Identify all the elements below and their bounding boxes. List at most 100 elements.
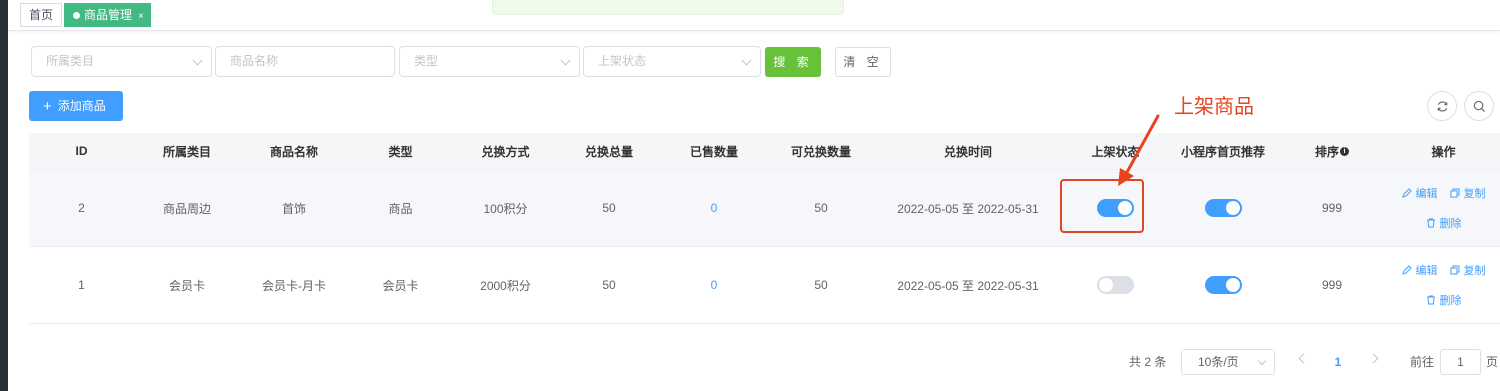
- tab-goods-management[interactable]: 商品管理 ×: [64, 3, 151, 27]
- add-goods-label: 添加商品: [57, 99, 106, 113]
- close-icon[interactable]: ×: [138, 11, 144, 22]
- page-number-current[interactable]: 1: [1330, 349, 1346, 375]
- cell-sort: 999: [1321, 278, 1343, 292]
- plus-icon: +: [43, 98, 52, 115]
- type-placeholder: 类型: [414, 54, 439, 68]
- header-total: 兑换总量: [584, 144, 633, 159]
- on-shelf-switch[interactable]: [1097, 276, 1134, 294]
- annotation-label: 上架商品: [1174, 96, 1254, 118]
- refresh-icon: [1437, 101, 1448, 112]
- cell-time: 2022-05-05 至 2022-05-31: [897, 201, 1039, 216]
- copy-label: 复制: [1463, 265, 1486, 277]
- cell-time: 2022-05-05 至 2022-05-31: [897, 278, 1039, 293]
- page-size-select[interactable]: 10条/页: [1181, 349, 1275, 375]
- edit-label: 编辑: [1415, 188, 1438, 200]
- page-size-value: 10条/页: [1198, 355, 1239, 369]
- cell-ops: 编辑 复制 删除: [1387, 247, 1500, 323]
- copy-icon: [1450, 265, 1459, 275]
- delete-label: 删除: [1439, 218, 1462, 230]
- edit-button[interactable]: 编辑: [1401, 262, 1438, 278]
- header-sort-label: 排序: [1314, 144, 1339, 159]
- cell-type: 商品: [388, 201, 413, 216]
- edit-icon: [1401, 265, 1412, 275]
- next-page-icon[interactable]: [1368, 353, 1379, 364]
- status-select[interactable]: 上架状态: [583, 46, 761, 77]
- type-select[interactable]: 类型: [399, 46, 580, 77]
- cell-exchange: 2000积分: [480, 278, 531, 293]
- cell-recommend: [1169, 170, 1277, 246]
- copy-button[interactable]: 复制: [1450, 262, 1486, 278]
- cell-category: 商品周边: [162, 201, 211, 216]
- goto-page-input[interactable]: 1: [1440, 349, 1481, 375]
- tab-home[interactable]: 首页: [20, 3, 63, 27]
- sold-count-link[interactable]: 0: [660, 247, 768, 323]
- cell-available: 50: [814, 278, 828, 292]
- pagination-total: 共 2 条: [1129, 355, 1167, 369]
- prev-page-icon[interactable]: [1298, 353, 1309, 364]
- cell-name: 首饰: [281, 201, 306, 216]
- category-select[interactable]: 所属类目: [31, 46, 212, 77]
- copy-label: 复制: [1463, 188, 1486, 200]
- recommend-switch[interactable]: [1204, 199, 1242, 217]
- switch-knob: [1225, 201, 1240, 215]
- copy-button[interactable]: 复制: [1450, 185, 1486, 201]
- chevron-down-icon: [741, 55, 752, 66]
- header-exchange: 兑换方式: [481, 144, 530, 159]
- info-icon[interactable]: i: [1340, 146, 1349, 156]
- switch-knob: [1225, 278, 1240, 292]
- message-toast: [492, 0, 844, 15]
- search-icon: [1473, 100, 1486, 113]
- cell-category: 会员卡: [168, 278, 205, 293]
- edit-icon: [1401, 188, 1412, 198]
- edit-button[interactable]: 编辑: [1401, 185, 1438, 201]
- cell-type: 会员卡: [382, 278, 419, 293]
- cell-ops: 编辑 复制 删除: [1387, 170, 1500, 246]
- header-type: 类型: [388, 144, 413, 159]
- chevron-down-icon: [192, 55, 203, 66]
- header-id: ID: [75, 144, 88, 158]
- name-placeholder: 商品名称: [230, 54, 279, 68]
- search-button[interactable]: 搜 索: [765, 47, 821, 77]
- delete-label: 删除: [1439, 295, 1462, 307]
- chevron-down-icon: [560, 55, 571, 66]
- sold-count-link[interactable]: 0: [660, 170, 768, 246]
- goods-table: ID 所属类目 商品名称 类型 兑换方式 兑换总量 已售数量 可兑换数量 兑换时…: [29, 133, 1500, 324]
- cell-total: 50: [602, 278, 616, 292]
- sidebar-edge: [0, 0, 8, 391]
- header-ops: 操作: [1431, 144, 1456, 159]
- refresh-button[interactable]: [1427, 91, 1457, 121]
- cell-sort: 999: [1321, 201, 1343, 215]
- cell-available: 50: [814, 201, 828, 215]
- table-row: 2 商品周边 首饰 商品 100积分 50 0 50 2022-05-05 至 …: [29, 170, 1500, 247]
- category-placeholder: 所属类目: [46, 54, 95, 68]
- header-category: 所属类目: [162, 144, 211, 159]
- delete-button[interactable]: 删除: [1426, 292, 1462, 308]
- cell-name: 会员卡-月卡: [262, 278, 326, 293]
- annotation-arrow-icon: [1118, 114, 1160, 186]
- cell-recommend: [1169, 247, 1277, 323]
- header-sort: 排序 i: [1277, 133, 1387, 169]
- edit-label: 编辑: [1415, 265, 1438, 277]
- cell-on-shelf: [1062, 247, 1169, 323]
- search-toggle-button[interactable]: [1464, 91, 1494, 121]
- clear-button[interactable]: 清 空: [835, 47, 891, 77]
- header-name: 商品名称: [269, 144, 318, 159]
- cell-id: 1: [78, 278, 85, 292]
- tab-label: 商品管理: [84, 8, 133, 22]
- cell-id: 2: [78, 201, 85, 215]
- add-goods-button[interactable]: + 添加商品: [29, 91, 123, 121]
- header-recommend: 小程序首页推荐: [1180, 144, 1265, 159]
- name-input[interactable]: 商品名称: [215, 46, 395, 77]
- header-sold: 已售数量: [689, 144, 738, 159]
- header-time: 兑换时间: [943, 144, 992, 159]
- status-placeholder: 上架状态: [598, 54, 647, 68]
- goto-label: 前往: [1410, 355, 1435, 369]
- delete-button[interactable]: 删除: [1426, 215, 1462, 231]
- table-header: ID 所属类目 商品名称 类型 兑换方式 兑换总量 已售数量 可兑换数量 兑换时…: [29, 133, 1500, 170]
- cell-exchange: 100积分: [483, 201, 528, 216]
- delete-icon: [1426, 218, 1435, 228]
- recommend-switch[interactable]: [1204, 276, 1242, 294]
- copy-icon: [1450, 188, 1459, 198]
- switch-knob: [1099, 278, 1113, 292]
- table-row: 1 会员卡 会员卡-月卡 会员卡 2000积分 50 0 50 2022-05-…: [29, 247, 1500, 324]
